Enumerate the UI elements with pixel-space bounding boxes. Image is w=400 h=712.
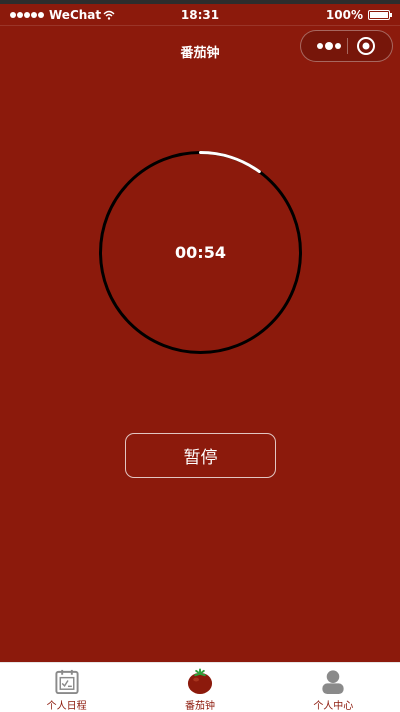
user-icon: [322, 670, 344, 695]
close-icon[interactable]: [356, 36, 376, 56]
calendar-icon: [55, 669, 79, 695]
battery-percentage: 100%: [325, 8, 363, 22]
timer-progress-arc: [199, 151, 261, 174]
app-screen: WeChat 18:31 100% 番茄钟 00:54 暂停 个人日程 番茄钟 …: [0, 0, 400, 712]
tab-bar: 个人日程 番茄钟 个人中心: [0, 662, 400, 712]
tab-label: 个人日程: [46, 701, 87, 712]
tab-label: 个人中心: [313, 701, 354, 712]
pause-button[interactable]: 暂停: [125, 433, 276, 478]
tab-personal-schedule[interactable]: 个人日程: [0, 663, 133, 712]
tab-label: 番茄钟: [184, 701, 215, 712]
timer-ring: 00:54: [98, 150, 303, 355]
tab-personal-center[interactable]: 个人中心: [267, 663, 400, 712]
status-right: 100%: [325, 8, 392, 22]
tab-pomodoro[interactable]: 番茄钟: [133, 663, 266, 712]
battery-icon: [368, 10, 392, 20]
tomato-icon: [187, 668, 213, 695]
more-button[interactable]: [311, 31, 347, 61]
status-bar: WeChat 18:31 100%: [0, 4, 400, 26]
timer-display: 00:54: [175, 243, 226, 262]
mini-program-capsule: [300, 30, 393, 62]
capsule-divider: [347, 38, 348, 54]
status-divider: [0, 25, 400, 26]
